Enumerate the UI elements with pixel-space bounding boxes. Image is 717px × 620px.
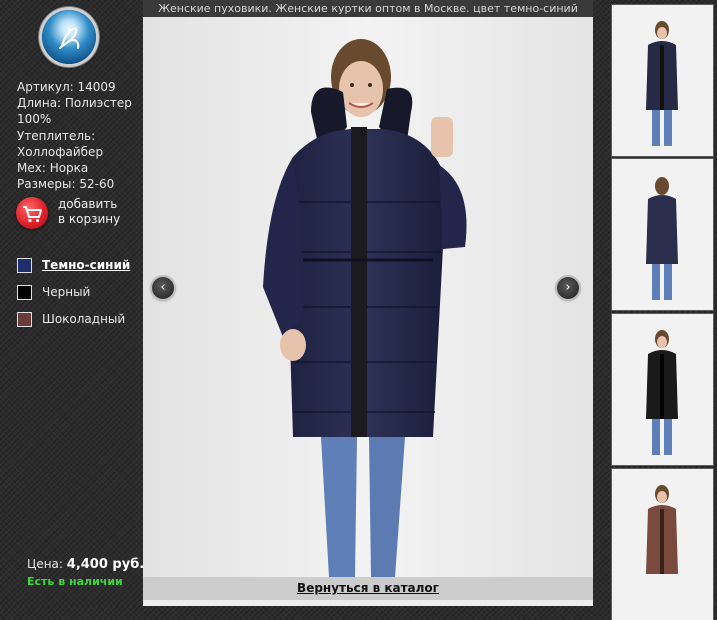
price-value: 4,400 руб. xyxy=(66,557,145,572)
color-option-dark-blue[interactable]: Темно-синий xyxy=(17,256,130,274)
page-title: Женские пуховики. Женские куртки оптом в… xyxy=(143,0,593,17)
cart-icon xyxy=(16,197,48,229)
color-swatch xyxy=(17,284,32,300)
length-text: Длина: Полиэстер xyxy=(17,96,132,111)
prev-button[interactable]: ‹ xyxy=(152,277,174,299)
color-option-chocolate[interactable]: Шоколадный xyxy=(17,310,130,328)
color-label: Черный xyxy=(42,285,91,299)
color-swatch xyxy=(17,257,32,273)
article-text: Артикул: 14009 xyxy=(17,80,116,94)
product-info: Артикул: 14009 Длина: Полиэстер 100% Уте… xyxy=(17,79,142,192)
logo[interactable] xyxy=(42,10,96,64)
thumbnail-3[interactable] xyxy=(612,314,713,465)
add-to-cart-button[interactable]: добавить в корзину xyxy=(16,197,128,229)
thumbnail-4[interactable] xyxy=(612,469,713,620)
logo-icon xyxy=(59,27,80,49)
main-image-area: Женские пуховики. Женские куртки оптом в… xyxy=(143,0,593,606)
next-button[interactable]: › xyxy=(557,277,579,299)
color-label: Шоколадный xyxy=(42,312,126,326)
back-to-catalog-link[interactable]: Вернуться в каталог xyxy=(297,581,439,595)
sizes-text: Размеры: 52-60 xyxy=(17,177,115,192)
insulation-value: Холлофайбер xyxy=(17,144,104,159)
stock-status: Есть в наличии xyxy=(27,575,123,588)
back-bar: Вернуться в каталог xyxy=(143,577,593,600)
fur-text: Мех: Норка xyxy=(17,161,89,176)
color-list: Темно-синий Черный Шоколадный xyxy=(17,256,130,337)
length-text-2: 100% xyxy=(17,112,52,127)
add-to-cart-label: добавить в корзину xyxy=(58,197,121,226)
chevron-right-icon: › xyxy=(565,280,571,295)
insulation-text: Утеплитель: xyxy=(17,128,96,143)
color-option-black[interactable]: Черный xyxy=(17,283,130,301)
chevron-left-icon: ‹ xyxy=(160,280,166,295)
color-swatch xyxy=(17,311,32,327)
price-label: Цена: xyxy=(27,557,63,571)
product-photo xyxy=(143,17,593,577)
price: Цена: 4,400 руб. xyxy=(27,557,144,572)
color-label: Темно-синий xyxy=(42,258,131,272)
thumbnail-2[interactable] xyxy=(612,159,713,310)
thumbnail-1[interactable] xyxy=(612,5,713,156)
